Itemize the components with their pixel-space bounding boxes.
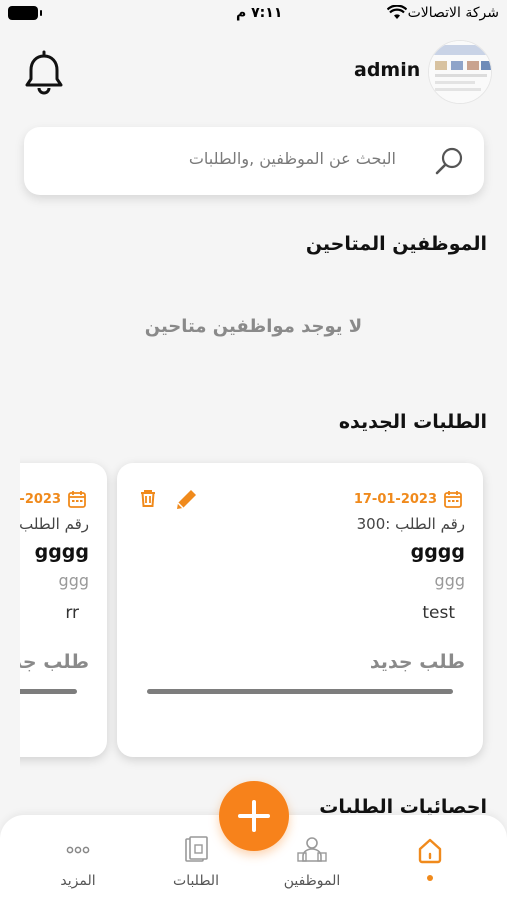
orders-carousel[interactable]: 17-01-2023 رقم الطلب :300 gggg ggg test … xyxy=(20,455,507,775)
order-card[interactable]: 17-01-2023 رقم الطلب :301 gggg ggg rr طل… xyxy=(20,463,107,757)
no-employees-message: لا يوجد مواظفين متاحين xyxy=(144,316,363,337)
order-customer-name: gggg xyxy=(410,541,465,563)
avatar[interactable] xyxy=(428,40,492,104)
order-progress-bar xyxy=(147,689,453,694)
calendar-icon xyxy=(444,491,462,508)
available-employees-title: الموظفين المتاحين xyxy=(305,233,487,255)
order-description: test xyxy=(422,603,455,623)
search-input[interactable]: البحث عن الموظفين ,والطلبات xyxy=(189,149,396,168)
order-description: rr xyxy=(65,603,79,623)
nav-employees[interactable]: الموظفين xyxy=(262,835,362,889)
home-icon xyxy=(418,838,442,864)
order-status: طلب جديد xyxy=(369,651,465,673)
employees-icon xyxy=(297,837,327,862)
order-number: رقم الطلب :301 xyxy=(20,515,89,533)
wifi-icon xyxy=(386,4,408,25)
battery-icon xyxy=(8,6,42,20)
orders-icon xyxy=(185,836,208,862)
order-status: طلب جديد xyxy=(20,651,89,673)
order-subtitle: ggg xyxy=(434,571,465,590)
delete-button[interactable] xyxy=(137,487,159,517)
bell-icon xyxy=(25,50,63,95)
order-date: 17-01-2023 xyxy=(20,491,61,507)
order-card[interactable]: 17-01-2023 رقم الطلب :300 gggg ggg test … xyxy=(117,463,483,757)
edit-button[interactable] xyxy=(173,487,199,517)
carrier-name: شركة الاتصالات xyxy=(407,5,499,21)
nav-more[interactable]: المزيد xyxy=(28,835,128,889)
calendar-icon xyxy=(68,491,86,508)
plus-icon xyxy=(238,800,270,832)
nav-home[interactable] xyxy=(380,835,480,881)
search-icon[interactable] xyxy=(434,145,466,181)
clock-time: ٧:١١ م xyxy=(236,5,283,21)
more-dots-icon xyxy=(66,846,90,854)
nav-employees-label: الموظفين xyxy=(283,873,341,889)
order-progress-bar xyxy=(20,689,77,694)
order-date: 17-01-2023 xyxy=(353,491,437,507)
order-subtitle: ggg xyxy=(58,571,89,590)
nav-orders-label: الطلبات xyxy=(173,873,219,889)
pencil-icon xyxy=(177,490,196,509)
notifications-button[interactable] xyxy=(22,50,66,96)
nav-more-label: المزيد xyxy=(60,873,96,889)
search-bar[interactable]: البحث عن الموظفين ,والطلبات xyxy=(24,127,484,195)
order-number: رقم الطلب :300 xyxy=(356,515,465,533)
trash-icon xyxy=(141,490,155,507)
order-customer-name: gggg xyxy=(34,541,89,563)
username-label: admin xyxy=(354,59,421,81)
active-indicator xyxy=(427,875,433,881)
status-bar: شركة الاتصالات ٧:١١ م xyxy=(0,0,507,30)
add-order-button[interactable] xyxy=(219,781,289,851)
new-orders-title: الطلبات الجديده xyxy=(338,411,487,433)
